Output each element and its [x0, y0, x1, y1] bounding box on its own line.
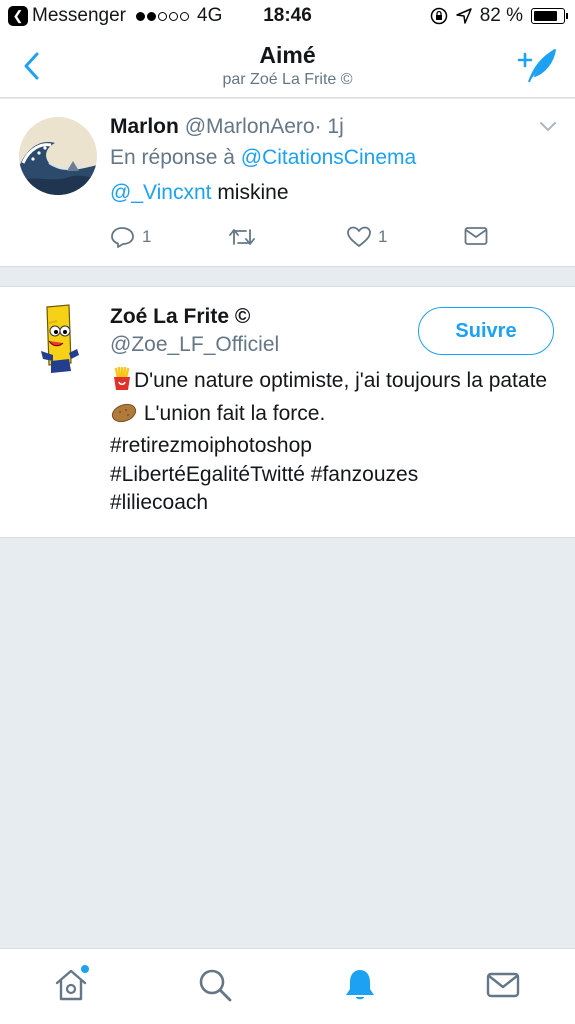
like-count: 1 [378, 227, 388, 246]
profile-handle[interactable]: @Zoe_LF_Officiel [110, 333, 279, 357]
header-separator: · [314, 115, 322, 138]
user-profile-card[interactable]: Zoé La Frite © @Zoe_LF_Officiel Suivre D… [0, 286, 575, 538]
page-title: Aimé [259, 42, 316, 68]
bottom-tab-bar [0, 948, 575, 1024]
heart-icon [347, 226, 371, 247]
battery-level [534, 11, 557, 21]
tweet-text: @_Vincxnt miskine [110, 181, 289, 205]
bell-icon[interactable] [342, 967, 378, 1003]
hashtag-link[interactable]: #liliecoach [110, 491, 208, 514]
avatar[interactable] [19, 301, 97, 379]
orientation-lock-icon [430, 7, 447, 25]
search-icon[interactable] [197, 967, 233, 1003]
avatar[interactable] [19, 117, 97, 195]
bio-part-1: D'une nature optimiste, j'ai toujours la… [134, 369, 548, 392]
reply-context: En réponse à @CitationsCinema [110, 146, 416, 170]
like-button[interactable]: 1 [346, 225, 387, 249]
notification-dot [81, 965, 89, 973]
fries-emoji-icon [110, 366, 134, 400]
reply-button[interactable]: 1 [110, 225, 151, 249]
author-handle[interactable]: @MarlonAero [185, 115, 315, 138]
tweet-card[interactable]: Marlon @MarlonAero· 1j En réponse à @Cit… [0, 99, 575, 267]
navigation-bar: Aimé par Zoé La Frite © [0, 34, 575, 98]
reply-count: 1 [142, 227, 152, 246]
reply-icon [111, 227, 134, 248]
tweet-header: Marlon @MarlonAero· 1j [110, 115, 344, 139]
location-arrow-icon [455, 8, 472, 24]
profile-name[interactable]: Zoé La Frite © [110, 305, 250, 329]
battery-icon [531, 8, 568, 24]
mention-link[interactable]: @_Vincxnt [110, 181, 211, 204]
retweet-icon [229, 229, 255, 245]
hashtag-link[interactable]: #fanzouzes [311, 463, 418, 486]
mail-icon [464, 227, 488, 245]
compose-feather-icon[interactable] [515, 46, 559, 86]
bio-part-2: L'union fait la force. [138, 401, 326, 425]
tweet-text-content: miskine [211, 181, 289, 204]
retweet-button[interactable] [228, 225, 262, 249]
mail-icon[interactable] [485, 967, 521, 1003]
author-name[interactable]: Marlon [110, 115, 179, 138]
potato-emoji-icon [110, 402, 138, 433]
follow-button[interactable]: Suivre [418, 307, 554, 355]
fry-mascot-avatar-image [19, 301, 97, 379]
reply-prefix: En réponse à [110, 146, 235, 169]
battery-percent: 82 % [479, 5, 523, 26]
tweet-actions: 1 1 [110, 225, 490, 253]
chevron-down-icon[interactable] [539, 121, 557, 133]
direct-message-button[interactable] [464, 225, 488, 247]
hashtag-link[interactable]: #LibertéEgalitéTwitté [110, 463, 305, 486]
page-subtitle: par Zoé La Frite © [222, 71, 353, 88]
status-bar: ❮ Messenger 4G 18:46 82 % [0, 0, 575, 34]
tweet-time: 1j [327, 115, 344, 138]
reply-to-link[interactable]: @CitationsCinema [241, 146, 416, 169]
profile-bio: D'une nature optimiste, j'ai toujours la… [110, 366, 560, 518]
hashtag-link[interactable]: #retirezmoiphotoshop [110, 434, 312, 457]
great-wave-avatar-image [19, 117, 97, 195]
